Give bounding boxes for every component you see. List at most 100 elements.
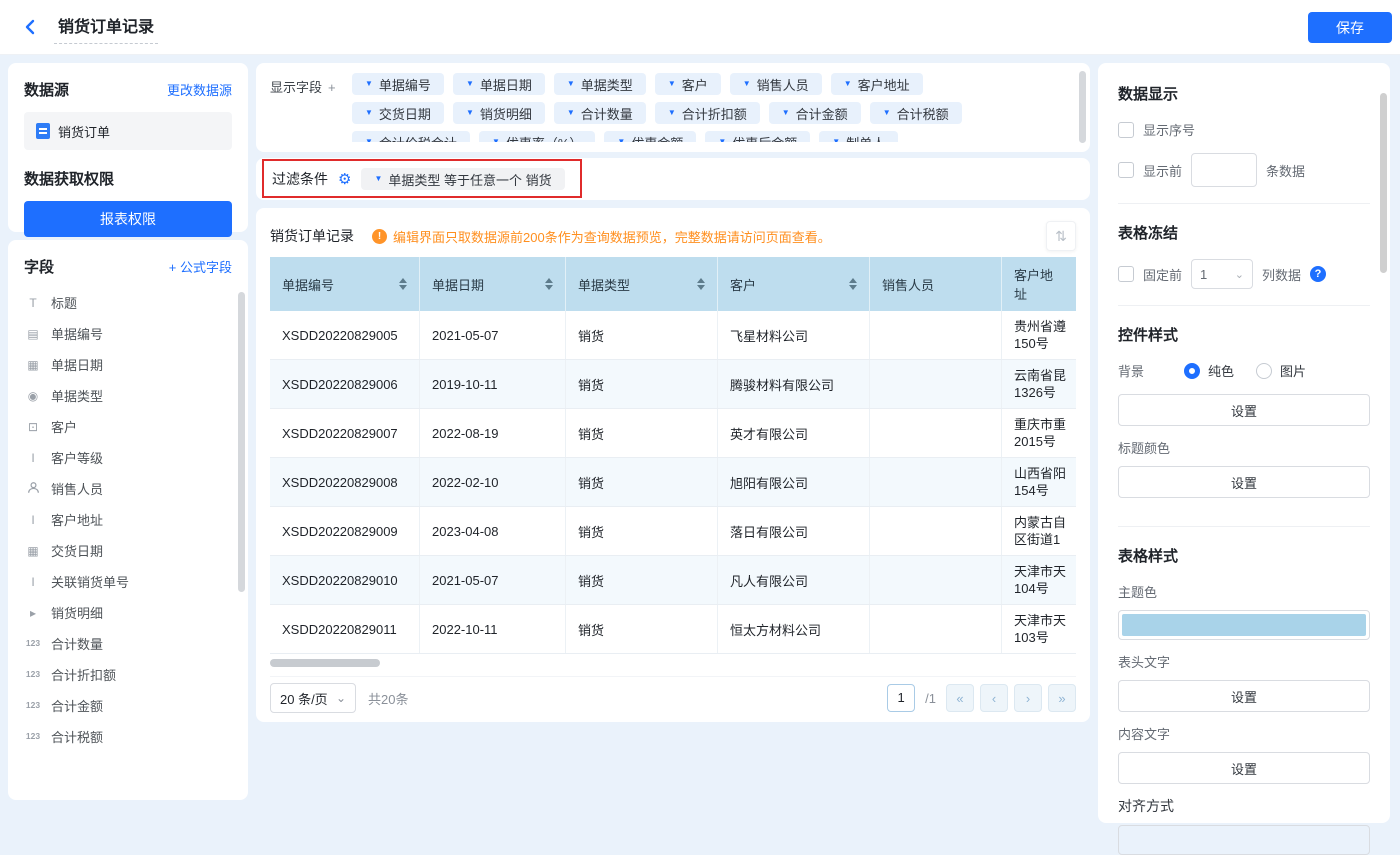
field-item[interactable]: T标题 xyxy=(24,287,232,318)
filter-condition-chip[interactable]: ▼ 单据类型 等于任意一个 销货 xyxy=(361,168,564,190)
chevron-left-icon xyxy=(22,18,40,36)
show-top-count-input[interactable] xyxy=(1191,153,1257,187)
display-field-chip[interactable]: ▼销售人员 xyxy=(730,73,822,95)
fields-scrollbar-thumb[interactable] xyxy=(238,292,245,592)
field-item[interactable]: ▦交货日期 xyxy=(24,535,232,566)
field-item[interactable]: I关联销货单号 xyxy=(24,566,232,597)
display-field-chip[interactable]: ▼单据类型 xyxy=(554,73,646,95)
table-cell: XSDD20220829009 xyxy=(270,507,420,555)
display-field-chip[interactable]: ▼合计金额 xyxy=(769,102,861,124)
background-set-button[interactable]: 设置 xyxy=(1118,394,1370,426)
datasource-item[interactable]: 销货订单 xyxy=(24,112,232,150)
address-line: 天津市天 xyxy=(1014,563,1064,580)
field-item[interactable]: 123合计金额 xyxy=(24,690,232,721)
display-field-chip[interactable]: ▼合计数量 xyxy=(554,102,646,124)
display-field-chip[interactable]: ▼合计税额 xyxy=(870,102,962,124)
show-index-label: 显示序号 xyxy=(1143,120,1195,139)
display-field-chip[interactable]: ▼合计折扣额 xyxy=(655,102,760,124)
field-item[interactable]: 销售人员 xyxy=(24,473,232,504)
next-page-button[interactable]: › xyxy=(1014,684,1042,712)
display-field-chip[interactable]: ▼优惠率（%） xyxy=(479,131,595,142)
column-header[interactable]: 客户 xyxy=(718,257,870,311)
field-label: 交货日期 xyxy=(51,541,103,560)
chip-label: 优惠后金额 xyxy=(732,133,797,143)
header-text-set-button[interactable]: 设置 xyxy=(1118,680,1370,712)
field-item[interactable]: 123合计税额 xyxy=(24,721,232,752)
change-datasource-link[interactable]: 更改数据源 xyxy=(167,80,232,99)
settings-scrollbar-thumb[interactable] xyxy=(1380,93,1387,273)
chips-scrollbar-thumb[interactable] xyxy=(1079,71,1086,143)
field-item[interactable]: I客户等级 xyxy=(24,442,232,473)
table-cell: 旭阳有限公司 xyxy=(718,458,870,506)
align-label: 对齐方式 xyxy=(1118,796,1370,816)
freeze-checkbox[interactable] xyxy=(1118,266,1134,282)
display-field-chip[interactable]: ▼交货日期 xyxy=(352,102,444,124)
last-page-button[interactable]: » xyxy=(1048,684,1076,712)
sort-icon[interactable] xyxy=(545,278,553,290)
theme-color-swatch[interactable] xyxy=(1118,610,1370,640)
sort-icon[interactable] xyxy=(399,278,407,290)
field-item[interactable]: I客户地址 xyxy=(24,504,232,535)
display-field-chip[interactable]: ▼客户地址 xyxy=(831,73,923,95)
column-header[interactable]: 销售人员 xyxy=(870,257,1002,311)
title-color-set-button[interactable]: 设置 xyxy=(1118,466,1370,498)
field-item[interactable]: ▸销货明细 xyxy=(24,597,232,628)
content-text-set-button[interactable]: 设置 xyxy=(1118,752,1370,784)
column-header[interactable]: 单据类型 xyxy=(566,257,718,311)
table-cell: XSDD20220829011 xyxy=(270,605,420,653)
sort-toggle-button[interactable]: ⇅ xyxy=(1046,221,1076,251)
top-bar: 销货订单记录 保存 xyxy=(0,0,1400,55)
display-field-chip[interactable]: ▼优惠金额 xyxy=(604,131,696,142)
column-header[interactable]: 单据日期 xyxy=(420,257,566,311)
show-top-checkbox[interactable] xyxy=(1118,162,1134,178)
field-label: 合计折扣额 xyxy=(51,665,116,684)
chevron-down-icon: ▼ xyxy=(374,175,382,183)
show-top-suffix: 条数据 xyxy=(1266,161,1305,180)
field-label: 客户等级 xyxy=(51,448,103,467)
freeze-count-select[interactable]: 1 ⌄ xyxy=(1191,259,1253,289)
radio-icon: ◉ xyxy=(24,390,42,402)
image-radio[interactable] xyxy=(1256,363,1272,379)
display-field-chip[interactable]: ▼合计价税合计 xyxy=(352,131,470,142)
page-size-select[interactable]: 20 条/页 ⌄ xyxy=(270,683,356,713)
table-cell: XSDD20220829010 xyxy=(270,556,420,604)
add-display-field-button[interactable]: + xyxy=(328,80,336,95)
report-permission-button[interactable]: 报表权限 xyxy=(24,201,232,237)
sort-icon[interactable] xyxy=(849,278,857,290)
gear-icon[interactable]: ⚙ xyxy=(338,172,351,187)
field-item[interactable]: 123合计数量 xyxy=(24,628,232,659)
total-count: 共20条 xyxy=(368,689,408,708)
help-icon[interactable]: ? xyxy=(1310,266,1326,282)
back-button[interactable] xyxy=(18,14,44,40)
display-field-chip[interactable]: ▼优惠后金额 xyxy=(705,131,810,142)
table-cell: 2019-10-11 xyxy=(420,360,566,408)
display-field-chip[interactable]: ▼制单人 xyxy=(819,131,898,142)
header-text-label: 表头文字 xyxy=(1118,652,1370,671)
field-item[interactable]: ◉单据类型 xyxy=(24,380,232,411)
horizontal-scrollbar-thumb[interactable] xyxy=(270,659,380,667)
first-page-button[interactable]: « xyxy=(946,684,974,712)
table-row: XSDD202208290112022-10-11销货恒太方材料公司天津市天10… xyxy=(270,605,1076,654)
align-select[interactable] xyxy=(1118,825,1370,855)
display-field-chip[interactable]: ▼单据编号 xyxy=(352,73,444,95)
current-page-input[interactable]: 1 xyxy=(887,684,915,712)
field-item[interactable]: ▦单据日期 xyxy=(24,349,232,380)
add-formula-field-link[interactable]: + 公式字段 xyxy=(169,257,232,276)
sort-icon[interactable] xyxy=(697,278,705,290)
document-icon xyxy=(36,123,50,139)
chevron-down-icon: ▼ xyxy=(883,109,891,117)
save-button[interactable]: 保存 xyxy=(1308,12,1392,43)
field-item[interactable]: ▤单据编号 xyxy=(24,318,232,349)
field-item[interactable]: 123合计折扣额 xyxy=(24,659,232,690)
field-item[interactable]: ⊡客户 xyxy=(24,411,232,442)
display-field-chip[interactable]: ▼销货明细 xyxy=(453,102,545,124)
prev-page-button[interactable]: ‹ xyxy=(980,684,1008,712)
show-index-checkbox[interactable] xyxy=(1118,122,1134,138)
widget-style-heading: 控件样式 xyxy=(1118,324,1370,345)
display-field-chip[interactable]: ▼客户 xyxy=(655,73,721,95)
column-header[interactable]: 客户地址 xyxy=(1002,257,1076,311)
chip-label: 客户地址 xyxy=(858,75,910,94)
column-header[interactable]: 单据编号 xyxy=(270,257,420,311)
display-field-chip[interactable]: ▼单据日期 xyxy=(453,73,545,95)
solid-color-radio[interactable] xyxy=(1184,363,1200,379)
